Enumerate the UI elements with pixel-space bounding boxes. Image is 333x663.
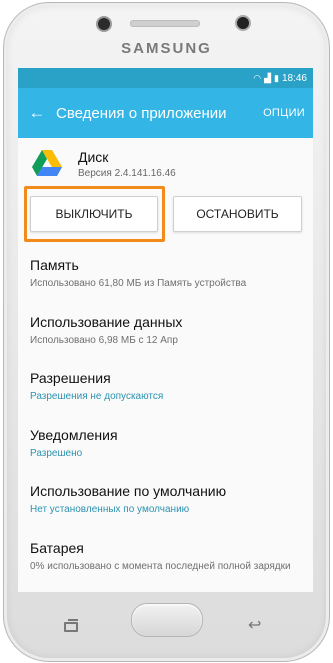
memory-title: Память — [30, 257, 79, 273]
battery-subtitle: 0% использовано с момента последней полн… — [30, 560, 291, 572]
default-usage-subtitle: Нет установленных по умолчанию — [30, 504, 190, 515]
brand-logo: SAMSUNG — [121, 40, 212, 57]
back-key-icon[interactable]: ↩ — [248, 615, 261, 635]
status-time: 18:46 — [281, 72, 307, 84]
battery-icon: ▮ — [274, 72, 279, 83]
front-sensor-icon — [96, 16, 112, 32]
front-camera-icon — [235, 15, 251, 31]
app-bar: ← Сведения о приложении ОПЦИИ — [18, 88, 313, 138]
home-button[interactable] — [131, 603, 203, 637]
data-usage-title: Использование данных — [30, 313, 183, 330]
signal-icon: ▟ — [264, 72, 272, 83]
stop-button[interactable]: ОСТАНОВИТЬ — [173, 196, 302, 232]
notifications-title: Уведомления — [30, 426, 118, 443]
status-bar: ◠ ▟ ▮ 18:46 — [18, 68, 313, 88]
app-name: Диск — [78, 149, 109, 165]
app-header: Диск Версия 2.4.141.16.46 — [18, 138, 313, 184]
battery-title: Батарея — [30, 539, 84, 556]
recent-apps-icon[interactable] — [64, 619, 78, 632]
back-arrow-icon[interactable]: ← — [18, 103, 56, 123]
memory-subtitle: Использовано 61,80 МБ из Память устройст… — [30, 278, 247, 289]
earpiece-speaker — [130, 20, 200, 27]
google-drive-icon — [32, 150, 62, 176]
settings-list: Память Использовано 61,80 МБ из Память у… — [18, 246, 313, 585]
options-button[interactable]: ОПЦИИ — [263, 107, 313, 119]
app-version: Версия 2.4.141.16.46 — [78, 168, 176, 179]
notifications-subtitle: Разрешено — [30, 447, 83, 459]
wifi-icon: ◠ — [253, 72, 262, 83]
permissions-subtitle: Разрешения не допускаются — [30, 391, 164, 402]
permissions-title: Разрешения — [30, 370, 111, 386]
list-item[interactable]: Использование данных Использовано 6,98 М… — [18, 303, 313, 360]
list-item[interactable]: Батарея 0% использовано с момента послед… — [18, 529, 313, 586]
list-item[interactable]: Уведомления Разрешено — [18, 416, 313, 473]
highlight-box — [24, 186, 165, 242]
data-usage-subtitle: Использовано 6,98 МБ с 12 Апр — [30, 334, 178, 346]
list-item[interactable]: Память Использовано 61,80 МБ из Память у… — [18, 246, 313, 303]
list-item[interactable]: Разрешения Разрешения не допускаются — [18, 359, 313, 416]
default-usage-title: Использование по умолчанию — [30, 483, 227, 499]
list-item[interactable]: Использование по умолчанию Нет установле… — [18, 472, 313, 529]
page-title: Сведения о приложении — [56, 104, 227, 122]
